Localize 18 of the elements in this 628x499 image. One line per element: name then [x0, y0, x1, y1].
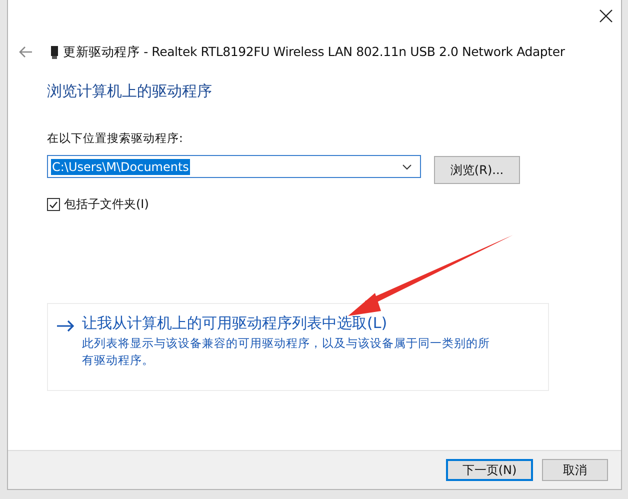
page-heading: 浏览计算机上的驱动程序: [47, 82, 213, 101]
close-icon[interactable]: [599, 9, 613, 23]
search-label: 在以下位置搜索驱动程序:: [47, 131, 184, 146]
path-combo-box[interactable]: C:\Users\M\Documents: [47, 155, 421, 178]
command-link[interactable]: 让我从计算机上的可用驱动程序列表中选取(L) 此列表将显示与该设备兼容的可用驱动程序，以及与该设备属于同一类别的所有驱动程序。: [47, 303, 549, 391]
checkbox-label: 包括子文件夹(I): [64, 196, 149, 213]
option-title: 让我从计算机上的可用驱动程序列表中选取(L): [82, 314, 388, 333]
path-value: C:\Users\M\Documents: [51, 158, 190, 174]
right-arrow-icon: [56, 320, 75, 332]
option-description: 此列表将显示与该设备兼容的可用驱动程序，以及与该设备属于同一类别的所有驱动程序。: [82, 335, 491, 369]
dialog-button[interactable]: 下一页(N): [446, 459, 533, 481]
browse-button[interactable]: 浏览(R)...: [434, 156, 520, 184]
checkbox[interactable]: [47, 198, 60, 211]
back-arrow-icon[interactable]: [19, 46, 33, 58]
window-title: 更新驱动程序 - Realtek RTL8192FU Wireless LAN 802.11n USB 2.0 Network Adapter: [63, 44, 565, 60]
dialog-button[interactable]: 取消: [542, 459, 608, 481]
device-icon: [51, 46, 58, 58]
dropdown-caret-icon: [402, 164, 412, 170]
